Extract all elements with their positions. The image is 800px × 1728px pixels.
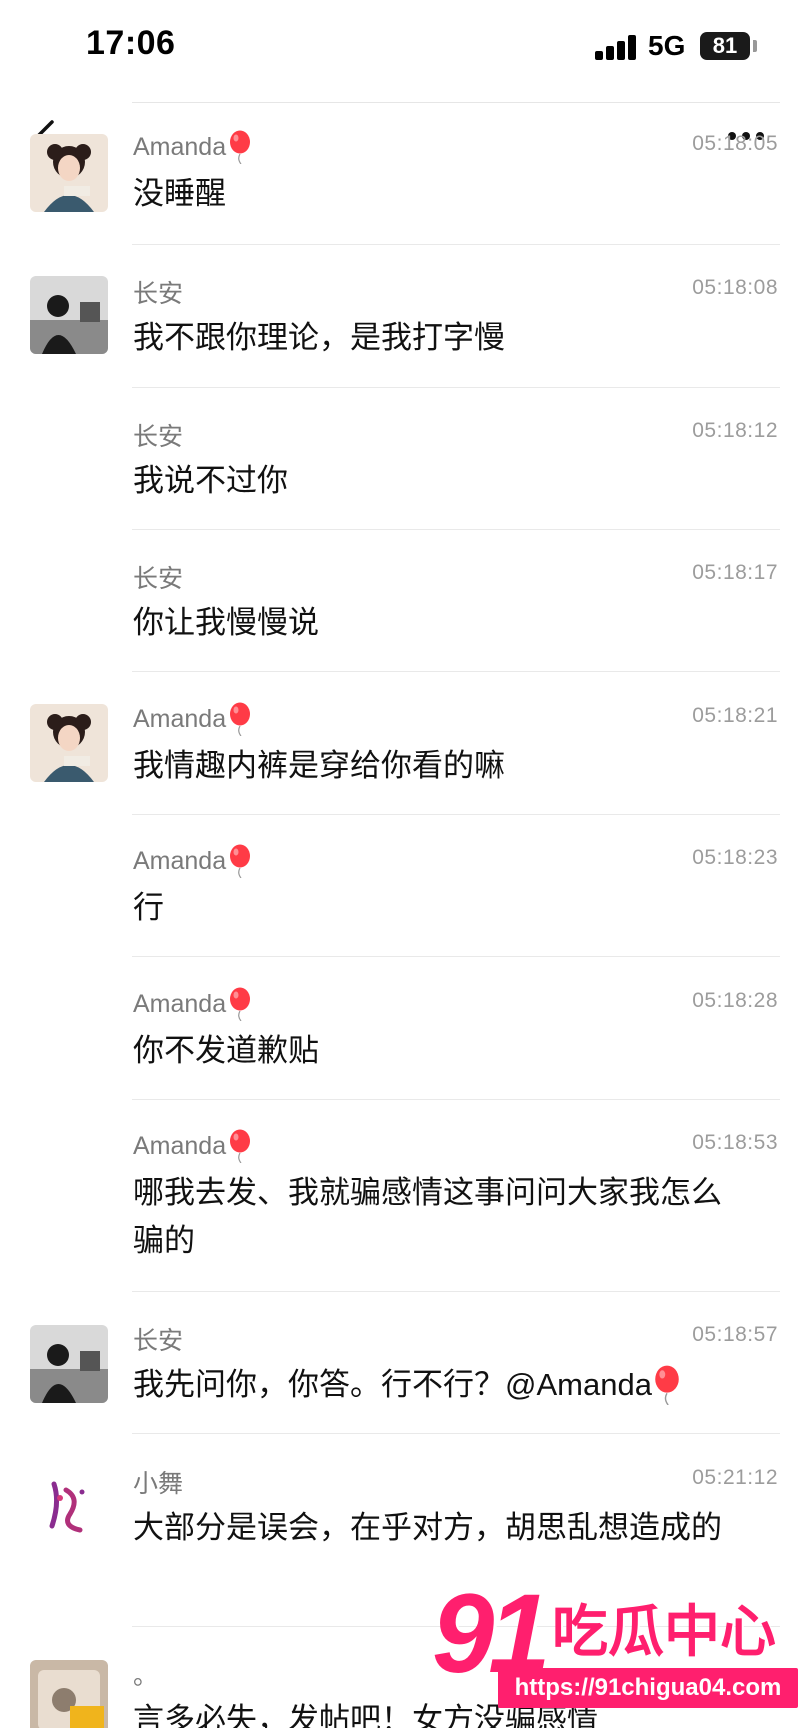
message-item: Amanda 05:18:21 我情趣内裤是穿给你看的嘛 [0, 684, 800, 816]
message-item: Amanda 05:18:53 哪我去发、我就骗感情这事问问大家我怎么骗的 [0, 1111, 800, 1291]
sender-name: 长安 [133, 280, 184, 308]
message-time: 05:18:08 [692, 276, 778, 299]
message-item: Amanda 05:18:05 没睡醒 [0, 112, 800, 244]
message-time: 05:18:12 [692, 419, 778, 442]
message-time: 05:18:21 [692, 704, 778, 727]
xiaowu-avatar[interactable] [30, 1468, 108, 1546]
watermark-logo-name: 吃瓜中心 [552, 1600, 776, 1663]
site-watermark: 91 吃瓜中心 https://91chigua04.com [432, 1578, 800, 1728]
message-text-content: 我先问你，你答。行不行？@Amanda [133, 1367, 652, 1402]
sender-name: Amanda [133, 1129, 252, 1164]
message-text: 你不发道歉贴 [133, 1033, 319, 1068]
message-text: 我说不过你 [133, 463, 288, 498]
divider [132, 1433, 780, 1434]
sender-name: 长安 [133, 423, 184, 451]
status-bar: 17:06 5G 81 [0, 0, 800, 95]
balloon-icon [228, 987, 252, 1022]
sender-name: Amanda [133, 844, 252, 879]
balloon-icon [652, 1365, 682, 1406]
status-time: 17:06 [86, 24, 176, 62]
dot-avatar[interactable] [30, 1660, 108, 1728]
message-text: 你让我慢慢说 [133, 605, 319, 640]
changan-avatar[interactable] [30, 276, 108, 354]
message-item: 长安 05:18:12 我说不过你 [0, 399, 800, 531]
message-time: 05:18:05 [692, 132, 778, 155]
message-text: 没睡醒 [133, 176, 226, 211]
message-text: 哪我去发、我就骗感情这事问问大家我怎么骗的 [133, 1175, 722, 1258]
message-item: Amanda 05:18:28 你不发道歉贴 [0, 969, 800, 1101]
sender-name: Amanda [133, 702, 252, 737]
message-item: Amanda 05:18:23 行 [0, 826, 800, 958]
sender-name: 。 [133, 1662, 159, 1690]
changan-avatar[interactable] [30, 1325, 108, 1403]
message-time: 05:18:17 [692, 561, 778, 584]
sender-name: 长安 [133, 1327, 184, 1355]
balloon-icon [228, 844, 252, 879]
balloon-icon [228, 130, 252, 165]
divider [132, 814, 780, 815]
battery-icon: 81 [700, 32, 750, 60]
message-text: 大部分是误会，在乎对方，胡思乱想造成的 [133, 1510, 722, 1545]
message-time: 05:21:12 [692, 1466, 778, 1489]
divider [132, 956, 780, 957]
amanda-avatar[interactable] [30, 134, 108, 212]
message-time: 05:18:28 [692, 989, 778, 1012]
message-time: 05:18:57 [692, 1323, 778, 1346]
sender-name: 长安 [133, 565, 184, 593]
message-text: 我情趣内裤是穿给你看的嘛 [133, 748, 505, 783]
message-text: 行 [133, 890, 164, 925]
divider [132, 387, 780, 388]
message-text: 我不跟你理论，是我打字慢 [133, 320, 505, 355]
network-type: 5G [648, 30, 686, 61]
message-item: 长安 05:18:08 我不跟你理论，是我打字慢 [0, 256, 800, 388]
amanda-avatar[interactable] [30, 704, 108, 782]
divider [132, 102, 780, 103]
watermark-url: https://91chigua04.com [498, 1668, 798, 1708]
sender-name: Amanda [133, 130, 252, 165]
divider [132, 244, 780, 245]
message-item: 长安 05:18:57 我先问你，你答。行不行？@Amanda [0, 1303, 800, 1435]
divider [132, 1291, 780, 1292]
message-text: 我先问你，你答。行不行？@Amanda [133, 1361, 753, 1409]
balloon-icon [228, 1129, 252, 1164]
message-time: 05:18:23 [692, 846, 778, 869]
sender-name: 小舞 [133, 1470, 184, 1498]
signal-icon [595, 34, 639, 60]
message-time: 05:18:53 [692, 1131, 778, 1154]
message-item: 长安 05:18:17 你让我慢慢说 [0, 541, 800, 673]
divider [132, 529, 780, 530]
battery-cap [753, 40, 757, 52]
divider [132, 671, 780, 672]
divider [132, 1099, 780, 1100]
sender-name: Amanda [133, 987, 252, 1022]
balloon-icon [228, 702, 252, 737]
